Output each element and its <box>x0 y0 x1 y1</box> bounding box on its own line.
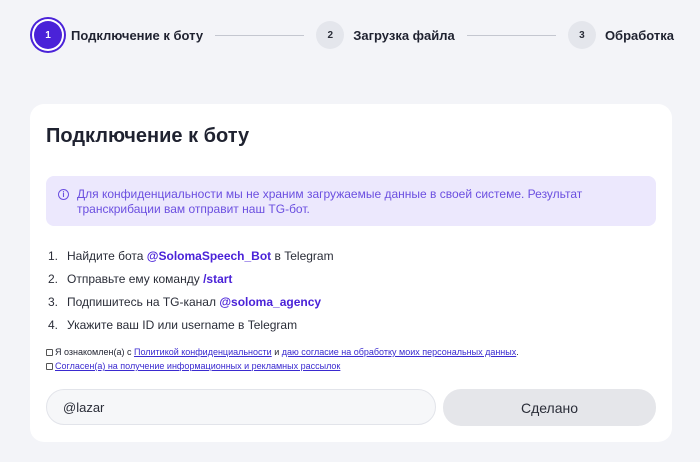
list-item-text: Подпишитесь на TG-канал <box>67 295 220 309</box>
privacy-consent-text: . <box>516 347 519 357</box>
step-number-2: 2 <box>316 21 345 49</box>
newsletter-consent: Согласен(а) на получение информационных … <box>46 361 340 371</box>
list-item-number: 3. <box>48 295 59 309</box>
list-item: 1. Найдите бота @SolomaSpeech_Bot в Teleg… <box>48 245 334 268</box>
list-item: 2. Отправьте ему команду /start <box>48 268 334 291</box>
step-number-1: 1 <box>34 21 62 49</box>
card-title: Подключение к боту <box>46 125 250 147</box>
connect-bot-card: Подключение к боту i Для конфиденциально… <box>30 104 672 442</box>
privacy-consent-text: Я ознакомлен(а) с <box>55 347 132 357</box>
list-item: 3. Подпишитесь на TG-канал @soloma_agency <box>48 291 334 314</box>
privacy-consent: Я ознакомлен(а) с Политикой конфиденциал… <box>46 347 519 357</box>
list-item-number: 2. <box>48 272 59 286</box>
list-item-number: 1. <box>48 249 59 263</box>
privacy-policy-link[interactable]: Политикой конфиденциальности <box>134 347 272 357</box>
instructions-list: 1. Найдите бота @SolomaSpeech_Bot в Teleg… <box>48 245 334 337</box>
list-item-text: в Telegram <box>271 249 334 263</box>
step-divider <box>466 34 556 36</box>
step-label-1: Подключение к боту <box>71 27 204 43</box>
step-connect-bot: 1 Подключение к боту <box>34 21 203 49</box>
list-item: 4. Укажите ваш ID или username в Telegram <box>48 314 334 337</box>
stepper: 1 Подключение к боту 2 Загрузка файла 3 … <box>34 20 674 50</box>
step-label-2: Загрузка файла <box>353 27 455 43</box>
list-item-number: 4. <box>48 318 59 332</box>
step-number-3: 3 <box>567 21 596 49</box>
privacy-consent-text: и <box>274 347 280 357</box>
step-label-3: Обработка <box>604 27 674 43</box>
step-processing: 3 Обработка <box>567 21 674 49</box>
telegram-id-input[interactable] <box>46 389 436 425</box>
privacy-notice: i Для конфиденциальности мы не храним за… <box>46 176 656 226</box>
bot-username: @SolomaSpeech_Bot <box>146 249 272 263</box>
step-upload-file: 2 Загрузка файла <box>316 21 455 49</box>
newsletter-consent-link[interactable]: Согласен(а) на получение информационных … <box>55 361 340 371</box>
channel-username: @soloma_agency <box>219 295 322 309</box>
personal-data-consent-link[interactable]: даю согласие на обработку моих персональ… <box>282 347 517 357</box>
start-command: /start <box>203 272 233 286</box>
list-item-text: Укажите ваш ID или username в Telegram <box>67 318 298 332</box>
privacy-notice-text: Для конфиденциальности мы не храним загр… <box>77 187 583 216</box>
privacy-consent-checkbox[interactable] <box>46 348 53 356</box>
done-button[interactable]: Сделано <box>443 389 656 426</box>
list-item-text: Найдите бота <box>67 249 147 263</box>
step-divider <box>215 34 305 36</box>
list-item-text: Отправьте ему команду <box>67 272 204 286</box>
newsletter-consent-checkbox[interactable] <box>46 362 53 370</box>
info-icon: i <box>58 189 69 200</box>
